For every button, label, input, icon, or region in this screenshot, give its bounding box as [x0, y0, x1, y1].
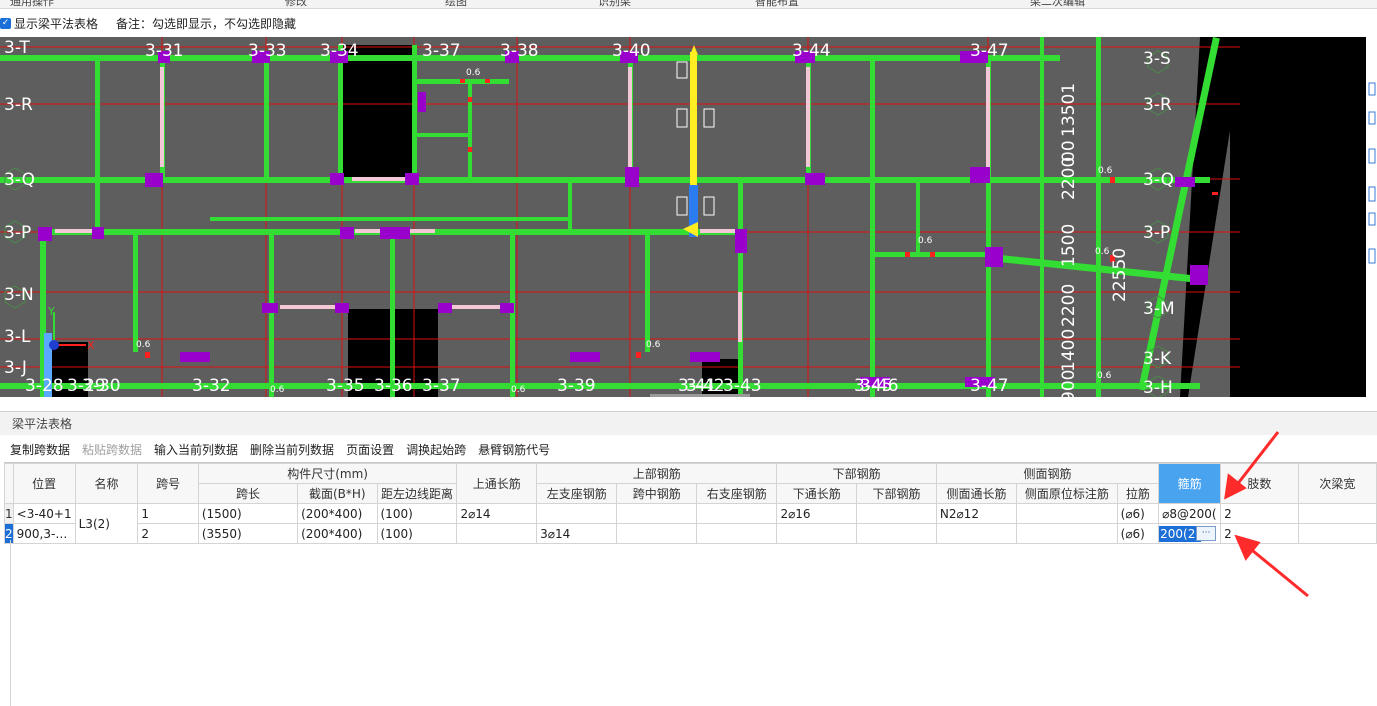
arrow-line: [1246, 544, 1309, 598]
arrow-line: [1234, 431, 1280, 487]
annotation-arrows: [1224, 431, 1309, 598]
arrow-head: [1234, 534, 1261, 561]
